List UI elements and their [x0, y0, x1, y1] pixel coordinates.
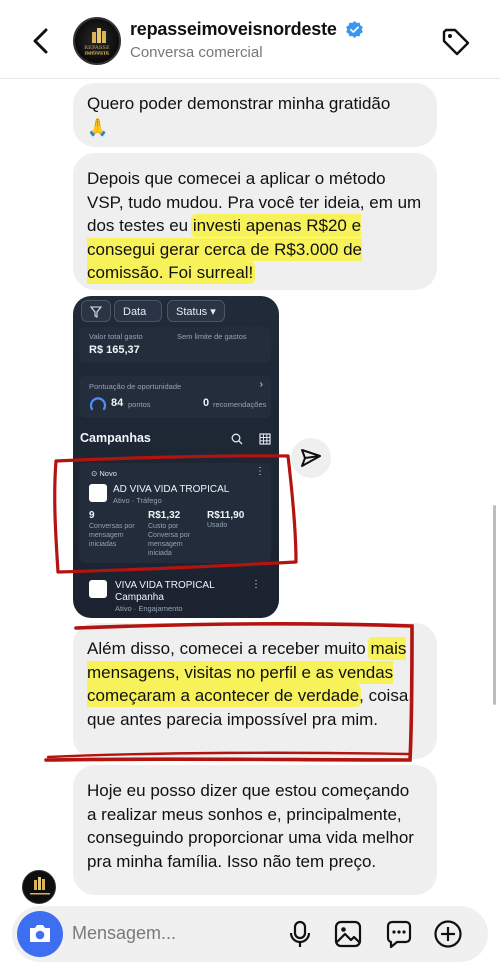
no-limit-label: Sem limite de gastos: [177, 332, 247, 341]
campaign-name: AD VIVA VIDA TROPICAL: [113, 484, 230, 495]
message-text: Hoje eu posso dizer que estou começando …: [87, 781, 414, 871]
score-label: Pontuação de oportunidade: [89, 382, 182, 391]
building-logo-icon: [30, 877, 50, 895]
message-bubble-4[interactable]: Hoje eu posso dizer que estou começando …: [73, 765, 437, 895]
message-text: Quero poder demonstrar minha gratidão: [87, 94, 391, 113]
metric-used-label: Usado: [207, 522, 228, 529]
filter-icon: [89, 306, 103, 318]
more-options-icon: ⋮: [251, 579, 261, 590]
share-button[interactable]: [291, 438, 331, 478]
shared-screenshot-image[interactable]: Data ▾ Status ▾ Valor total gasto Sem li…: [73, 296, 279, 618]
metric-conversations-value: 9: [89, 510, 95, 521]
campaign-card-1: ⊙ Novo ⋮ AD VIVA VIDA TROPICAL Ativo · T…: [79, 463, 271, 563]
verified-icon: [346, 20, 364, 39]
metric-cost-label: Custo por Conversa por mensagem iniciada: [148, 523, 191, 557]
score-value: 84: [111, 397, 124, 409]
username[interactable]: repasseimoveisnordeste: [130, 19, 337, 40]
camera-button[interactable]: [17, 911, 63, 957]
filter-data: Data ▾: [114, 300, 162, 340]
chat-title-block[interactable]: repasseimoveisnordeste Conversa comercia…: [130, 19, 364, 61]
search-icon: [231, 433, 243, 445]
back-chevron-icon[interactable]: [26, 24, 56, 58]
chat-subtitle: Conversa comercial: [130, 44, 263, 61]
filter-data-label: Data: [123, 306, 147, 318]
message-bubble-1[interactable]: Quero poder demonstrar minha gratidão 🙏: [73, 83, 437, 147]
score-gauge-icon: [89, 397, 107, 411]
new-badge: ⊙ Novo: [91, 469, 117, 478]
more-options-icon: ⋮: [255, 466, 265, 477]
metric-conversations-label: Conversas por mensagem iniciadas: [89, 523, 135, 548]
chat-header: REPASSE IMÓVEIS NORDESTE repasseimoveisn…: [0, 0, 500, 79]
spent-label: Valor total gasto: [89, 332, 143, 341]
campaign2-thumb: [89, 580, 107, 598]
campaign2-status: Ativo · Engajamento: [115, 604, 183, 613]
score-unit: pontos: [128, 400, 151, 409]
campaign-status: Ativo · Tráfego: [113, 496, 162, 505]
filter-status-label: Status: [176, 306, 208, 318]
sticker-icon[interactable]: [383, 918, 415, 950]
recommendations-value: 0: [203, 397, 210, 409]
message-composer[interactable]: Mensagem...: [12, 906, 488, 962]
spent-card: Valor total gasto Sem limite de gastos R…: [79, 327, 271, 363]
profile-avatar[interactable]: REPASSE IMÓVEIS NORDESTE: [73, 17, 121, 65]
microphone-icon[interactable]: [284, 918, 316, 950]
new-badge-label: Novo: [99, 469, 117, 478]
campaign-thumb: [89, 484, 107, 502]
chevron-right-icon: ›: [259, 379, 263, 390]
camera-icon: [30, 925, 50, 942]
image-icon[interactable]: [332, 918, 364, 950]
metric-used-value: R$11,90: [207, 510, 245, 521]
campaign2-name: VIVA VIDA TROPICAL Campanha: [115, 580, 215, 603]
message-bubble-3[interactable]: Além disso, comecei a receber muito mais…: [73, 623, 437, 759]
spent-value: R$ 165,37: [89, 344, 140, 356]
score-card: Pontuação de oportunidade › 84 pontos 0 …: [79, 376, 271, 418]
metric-cost-value: R$1,32: [148, 510, 181, 521]
tag-icon[interactable]: [440, 26, 472, 58]
pray-emoji: 🙏: [87, 117, 109, 137]
recommendations-label: recomendações: [213, 400, 267, 409]
scrollbar[interactable]: [493, 505, 496, 705]
message-text: Além disso, comecei a receber muito: [87, 639, 371, 658]
filter-icon-button: [81, 300, 111, 322]
filter-status: Status ▾: [167, 300, 225, 322]
building-logo-icon: [92, 28, 106, 43]
campaigns-title: Campanhas: [80, 431, 151, 445]
table-view-icon: [259, 433, 271, 445]
sender-avatar[interactable]: [22, 870, 56, 904]
plus-icon[interactable]: [432, 918, 464, 950]
avatar-logo-subtext: NORDESTE: [85, 51, 109, 55]
message-bubble-2[interactable]: Depois que comecei a aplicar o método VS…: [73, 153, 437, 290]
message-input[interactable]: Mensagem...: [72, 923, 176, 944]
share-icon: [301, 449, 321, 467]
